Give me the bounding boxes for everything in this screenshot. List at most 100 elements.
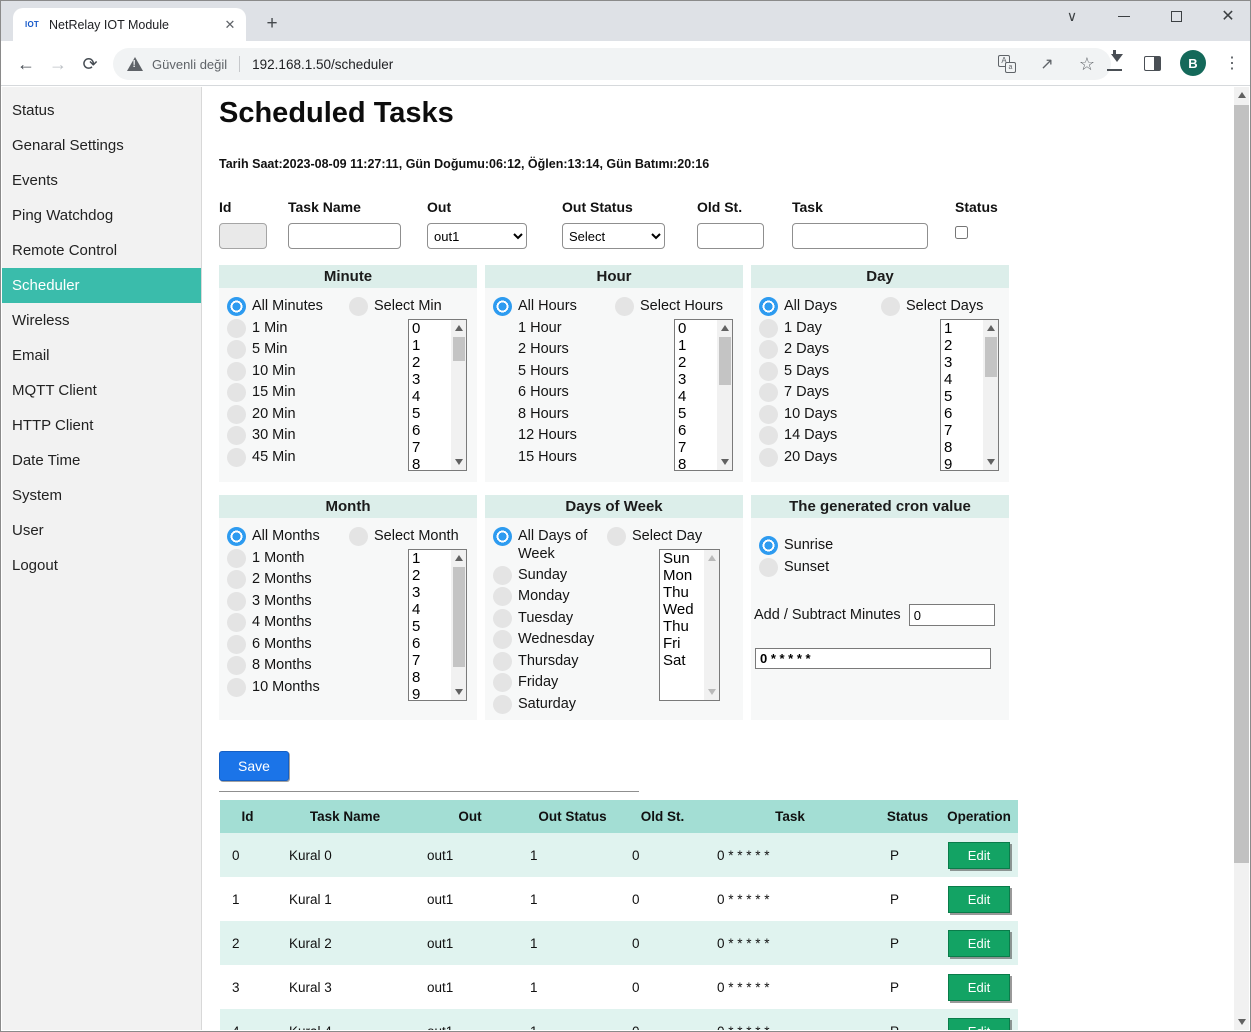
hour-multiselect[interactable]: 0123456789	[674, 319, 733, 471]
radio-option[interactable]: 8 Months	[227, 656, 357, 675]
radio-option[interactable]: Tuesday	[493, 609, 615, 628]
radio-option[interactable]: Monday	[493, 587, 615, 606]
all-hours-radio[interactable]: All Hours	[493, 297, 623, 316]
radio-icon[interactable]	[759, 536, 778, 555]
radio-option[interactable]: Thursday	[493, 652, 615, 671]
sidebar-item-date-time[interactable]: Date Time	[2, 443, 201, 478]
radio-icon[interactable]	[227, 656, 246, 675]
list-option[interactable]: 4	[941, 371, 983, 388]
select-month-radio[interactable]: Select Month	[349, 527, 469, 546]
dow-multiselect[interactable]: SunMonThuWedThuFriSat	[659, 549, 720, 701]
day-multiselect[interactable]: 12345678910	[940, 319, 999, 471]
radio-option[interactable]: 1 Month	[227, 549, 357, 568]
list-option[interactable]: 2	[941, 337, 983, 354]
list-option[interactable]: 4	[409, 388, 451, 405]
radio-icon[interactable]	[493, 566, 512, 585]
old-st-field[interactable]	[697, 223, 764, 249]
radio-icon[interactable]	[607, 527, 626, 546]
radio-option[interactable]: Wednesday	[493, 630, 615, 649]
browser-tab[interactable]: IOT NetRelay IOT Module ✕	[13, 8, 246, 41]
radio-icon[interactable]	[227, 678, 246, 697]
radio-option[interactable]: 1 Hour	[493, 319, 623, 338]
radio-option[interactable]: 4 Months	[227, 613, 357, 632]
radio-option[interactable]: Friday	[493, 673, 615, 692]
radio-option[interactable]: 6 Hours	[493, 383, 623, 402]
list-option[interactable]: 7	[941, 422, 983, 439]
sidebar-item-email[interactable]: Email	[2, 338, 201, 373]
radio-icon[interactable]	[493, 630, 512, 649]
list-option[interactable]: 7	[409, 652, 451, 669]
list-option[interactable]: 7	[409, 439, 451, 456]
radio-icon[interactable]	[227, 426, 246, 445]
list-option[interactable]: 2	[409, 354, 451, 371]
radio-option[interactable]: 2 Hours	[493, 340, 623, 359]
list-option[interactable]: Fri	[660, 635, 704, 652]
radio-icon[interactable]	[759, 448, 778, 467]
list-option[interactable]: 5	[409, 405, 451, 422]
list-option[interactable]: 4	[675, 388, 717, 405]
list-option[interactable]: 7	[675, 439, 717, 456]
list-option[interactable]: Thu	[660, 584, 704, 601]
list-option[interactable]: 9	[409, 686, 451, 700]
select-days-radio[interactable]: Select Days	[881, 297, 1001, 316]
radio-option[interactable]: 30 Min	[227, 426, 357, 445]
radio-icon[interactable]	[227, 570, 246, 589]
downloads-icon[interactable]	[1104, 53, 1124, 73]
list-option[interactable]: 1	[409, 337, 451, 354]
radio-option[interactable]: 3 Months	[227, 592, 357, 611]
radio-option[interactable]: 1 Day	[759, 319, 889, 338]
radio-option[interactable]: 8 Hours	[493, 405, 623, 424]
radio-icon[interactable]	[493, 587, 512, 606]
minute-multiselect[interactable]: 0123456789	[408, 319, 467, 471]
list-option[interactable]: 6	[409, 422, 451, 439]
list-option[interactable]: 6	[941, 405, 983, 422]
radio-option[interactable]: 5 Min	[227, 340, 357, 359]
radio-icon[interactable]	[759, 405, 778, 424]
list-option[interactable]: 3	[941, 354, 983, 371]
list-scrollbar[interactable]	[451, 550, 466, 700]
sidebar-item-events[interactable]: Events	[2, 163, 201, 198]
radio-option[interactable]: 7 Days	[759, 383, 889, 402]
tab-close-icon[interactable]: ✕	[222, 17, 238, 33]
sidebar-item-mqtt-client[interactable]: MQTT Client	[2, 373, 201, 408]
radio-icon[interactable]	[227, 549, 246, 568]
radio-option[interactable]: 15 Hours	[493, 448, 623, 467]
radio-option[interactable]: 10 Months	[227, 678, 357, 697]
maximize-button[interactable]	[1162, 3, 1190, 29]
select-hours-radio[interactable]: Select Hours	[615, 297, 735, 316]
radio-icon[interactable]	[227, 405, 246, 424]
radio-icon[interactable]	[227, 383, 246, 402]
list-option[interactable]: 8	[941, 439, 983, 456]
select-min-radio[interactable]: Select Min	[349, 297, 469, 316]
sidebar-item-wireless[interactable]: Wireless	[2, 303, 201, 338]
list-scrollbar[interactable]	[717, 320, 732, 470]
radio-option[interactable]: 2 Months	[227, 570, 357, 589]
radio-option[interactable]: 6 Months	[227, 635, 357, 654]
radio-icon[interactable]	[615, 297, 634, 316]
out-select[interactable]: out1	[427, 223, 527, 249]
radio-icon[interactable]	[759, 362, 778, 381]
profile-avatar[interactable]: B	[1180, 50, 1206, 76]
list-option[interactable]: Sun	[660, 550, 704, 567]
window-menu-chevron-icon[interactable]: ∨	[1058, 3, 1086, 29]
radio-icon[interactable]	[493, 673, 512, 692]
list-option[interactable]: 9	[941, 456, 983, 470]
radio-icon[interactable]	[493, 695, 512, 714]
all-days-radio[interactable]: All Days	[759, 297, 889, 316]
list-option[interactable]: 5	[941, 388, 983, 405]
list-option[interactable]: 0	[675, 320, 717, 337]
translate-icon[interactable]: Aa	[997, 54, 1017, 74]
list-option[interactable]: 3	[409, 371, 451, 388]
list-option[interactable]: 8	[409, 669, 451, 686]
radio-icon[interactable]	[227, 592, 246, 611]
menu-kebab-icon[interactable]: ⋮	[1224, 53, 1240, 73]
radio-icon[interactable]	[349, 297, 368, 316]
task-name-field[interactable]	[288, 223, 401, 249]
edit-button[interactable]: Edit	[948, 974, 1010, 1001]
reload-button[interactable]: ⟳	[77, 51, 103, 77]
radio-icon[interactable]	[493, 297, 512, 316]
sidebar-item-logout[interactable]: Logout	[2, 548, 201, 583]
radio-icon[interactable]	[493, 609, 512, 628]
sidebar-item-status[interactable]: Status	[2, 93, 201, 128]
radio-option[interactable]: 14 Days	[759, 426, 889, 445]
